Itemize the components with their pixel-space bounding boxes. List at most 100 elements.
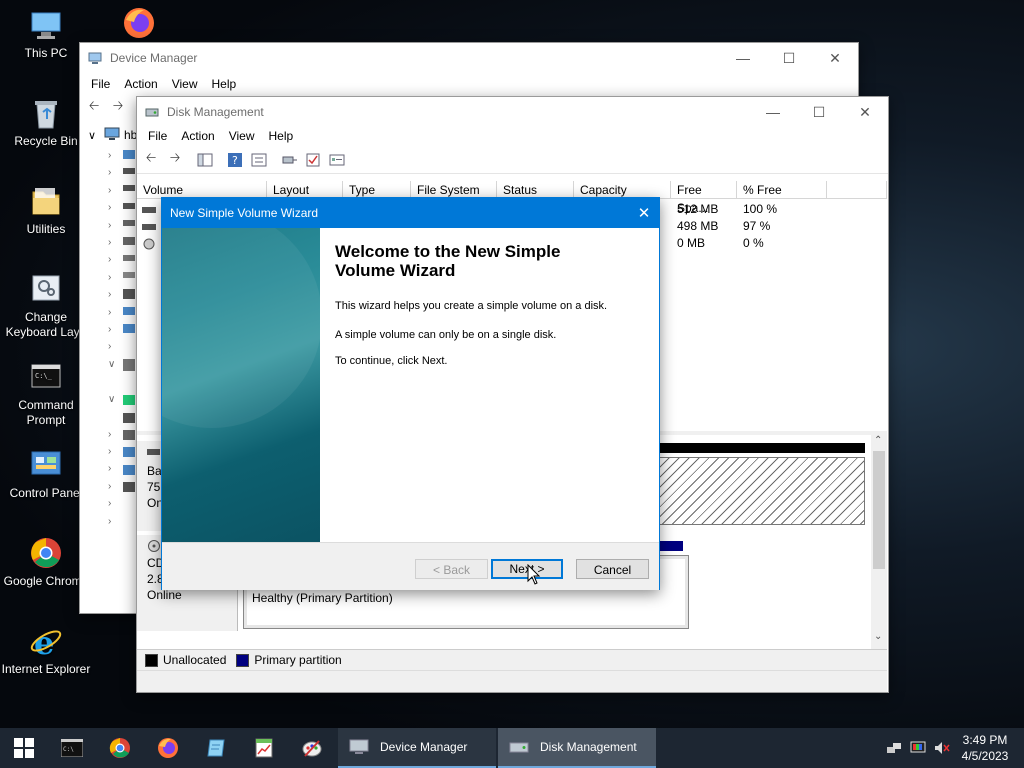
paint-icon bbox=[302, 740, 322, 757]
menu-view[interactable]: View bbox=[222, 129, 262, 143]
back-arrow-icon[interactable]: 🡠 bbox=[84, 98, 104, 117]
menu-bar: File Action View Help bbox=[137, 125, 888, 147]
display-icon[interactable] bbox=[906, 741, 930, 755]
wizard-content: Welcome to the New Simple Volume Wizard … bbox=[320, 228, 659, 542]
connect-icon[interactable] bbox=[279, 151, 299, 169]
back-arrow-icon[interactable]: 🡠 bbox=[141, 150, 161, 169]
taskbar-command-prompt[interactable]: C:\ bbox=[48, 728, 96, 768]
wizard-titlebar[interactable]: New Simple Volume Wizard ✕ bbox=[162, 198, 659, 228]
keyboard-settings-icon bbox=[29, 272, 63, 306]
back-button[interactable]: < Back bbox=[415, 559, 488, 579]
wizard-heading: Welcome to the New Simple Volume Wizard bbox=[335, 242, 561, 280]
spreadsheet-icon bbox=[255, 738, 273, 758]
partition-status: Healthy (Primary Partition) bbox=[252, 591, 393, 605]
table-cell-pct-free: 100 % bbox=[743, 202, 778, 216]
svg-text:?: ? bbox=[232, 154, 238, 167]
disk-management-titlebar[interactable]: Disk Management — ☐ ✕ bbox=[137, 97, 888, 127]
menu-view[interactable]: View bbox=[165, 77, 205, 91]
menu-action[interactable]: Action bbox=[117, 77, 164, 91]
settings-list-icon[interactable] bbox=[327, 151, 347, 169]
clock[interactable]: 3:49 PM 4/5/2023 bbox=[954, 732, 1016, 764]
disk0-unallocated-region[interactable] bbox=[659, 457, 865, 525]
computer-icon bbox=[104, 127, 120, 141]
maximize-button[interactable]: ☐ bbox=[766, 43, 812, 73]
device-tree: ∨ hb › › › › › › › › › › › › ∨ ∨ › › › › › › bbox=[80, 123, 137, 603]
taskbar-firefox[interactable] bbox=[144, 728, 192, 768]
taskbar-notepad[interactable] bbox=[192, 728, 240, 768]
forward-arrow-icon[interactable]: 🡢 bbox=[108, 98, 128, 117]
close-button[interactable]: ✕ bbox=[812, 43, 858, 73]
graphical-view-scrollbar[interactable]: ⌃ ⌄ bbox=[871, 435, 887, 649]
taskbar-paint[interactable] bbox=[288, 728, 336, 768]
minimize-button[interactable]: — bbox=[750, 97, 796, 127]
forward-arrow-icon[interactable]: 🡢 bbox=[165, 150, 185, 169]
chrome-icon bbox=[29, 536, 63, 570]
tree-expand-icons[interactable]: › › › › › › › › › › › › ∨ ∨ › › › › › › bbox=[108, 147, 122, 530]
device-category-icons bbox=[122, 147, 136, 530]
maximize-button[interactable]: ☐ bbox=[796, 97, 842, 127]
cancel-button[interactable]: Cancel bbox=[576, 559, 649, 579]
disk-management-icon bbox=[145, 105, 159, 119]
svg-text:C:\_: C:\_ bbox=[35, 372, 53, 380]
show-hide-tree-icon[interactable] bbox=[195, 151, 215, 169]
clock-date: 4/5/2023 bbox=[961, 749, 1009, 763]
wizard-footer: < Back Next > Cancel bbox=[162, 542, 659, 590]
wizard-text-1: This wizard helps you create a simple vo… bbox=[335, 300, 608, 312]
volume-muted-icon[interactable] bbox=[930, 741, 954, 755]
wizard-text-2: A simple volume can only be on a single … bbox=[335, 329, 557, 341]
help-icon[interactable]: ? bbox=[225, 151, 245, 169]
window-title: Disk Management bbox=[167, 105, 264, 119]
menu-action[interactable]: Action bbox=[174, 129, 221, 143]
menu-help[interactable]: Help bbox=[205, 77, 244, 91]
svg-text:C:\: C:\ bbox=[63, 746, 74, 753]
start-button[interactable] bbox=[0, 728, 48, 768]
taskbar: C:\ Device Manager Disk Management 3:49 … bbox=[0, 728, 1024, 768]
menu-file[interactable]: File bbox=[141, 129, 174, 143]
command-prompt-icon: C:\_ bbox=[29, 360, 63, 394]
wizard-text-3: To continue, click Next. bbox=[335, 355, 448, 367]
control-panel-icon bbox=[29, 448, 63, 482]
notepad-icon bbox=[207, 739, 225, 757]
column-free-space[interactable]: Free Spa... bbox=[671, 181, 737, 215]
close-button[interactable]: ✕ bbox=[842, 97, 888, 127]
network-icon[interactable] bbox=[882, 741, 906, 755]
taskbar-spreadsheet[interactable] bbox=[240, 728, 288, 768]
disk0-name: Ba bbox=[147, 464, 162, 478]
taskbar-task-device-manager[interactable]: Device Manager bbox=[338, 728, 496, 768]
column-percent-free[interactable]: % Free bbox=[737, 181, 827, 199]
mouse-cursor bbox=[527, 563, 541, 586]
tree-collapse-icon[interactable]: ∨ bbox=[88, 129, 96, 142]
menu-help[interactable]: Help bbox=[262, 129, 301, 143]
properties-icon[interactable] bbox=[249, 151, 269, 169]
device-manager-icon bbox=[348, 738, 370, 756]
scrollbar-thumb[interactable] bbox=[873, 451, 885, 569]
this-pc-icon bbox=[29, 8, 63, 42]
table-cell-free: 498 MB bbox=[677, 219, 719, 233]
firefox-icon bbox=[158, 738, 178, 758]
scroll-down-icon[interactable]: ⌄ bbox=[874, 631, 882, 642]
legend-swatch-unallocated bbox=[145, 653, 158, 667]
desktop-icon-firefox[interactable] bbox=[93, 6, 185, 44]
new-simple-volume-wizard: New Simple Volume Wizard ✕ Welcome to th… bbox=[161, 197, 660, 590]
firefox-icon bbox=[122, 6, 156, 40]
table-cell-pct-free: 0 % bbox=[743, 236, 764, 250]
disk-management-icon bbox=[508, 738, 530, 756]
device-manager-titlebar[interactable]: Device Manager — ☐ ✕ bbox=[80, 43, 858, 73]
taskbar-chrome[interactable] bbox=[96, 728, 144, 768]
taskbar-task-disk-management[interactable]: Disk Management bbox=[498, 728, 656, 768]
windows-logo-icon bbox=[14, 738, 34, 758]
internet-explorer-icon: e bbox=[29, 624, 63, 662]
table-cell-pct-free: 97 % bbox=[743, 219, 771, 233]
command-prompt-icon: C:\ bbox=[61, 739, 83, 757]
desktop-icon-label: Internet Explorer bbox=[1, 662, 91, 676]
desktop-icon-internet-explorer[interactable]: e Internet Explorer bbox=[0, 624, 92, 677]
minimize-button[interactable]: — bbox=[720, 43, 766, 73]
checklist-icon[interactable] bbox=[303, 151, 323, 169]
close-icon[interactable]: ✕ bbox=[629, 204, 659, 222]
show-desktop-button[interactable] bbox=[1016, 728, 1024, 768]
scroll-up-icon[interactable]: ⌃ bbox=[874, 435, 882, 446]
menu-file[interactable]: File bbox=[84, 77, 117, 91]
toolbar: 🡠 🡢 ? bbox=[137, 147, 888, 174]
device-manager-icon bbox=[88, 51, 102, 65]
folder-icon bbox=[29, 184, 63, 218]
